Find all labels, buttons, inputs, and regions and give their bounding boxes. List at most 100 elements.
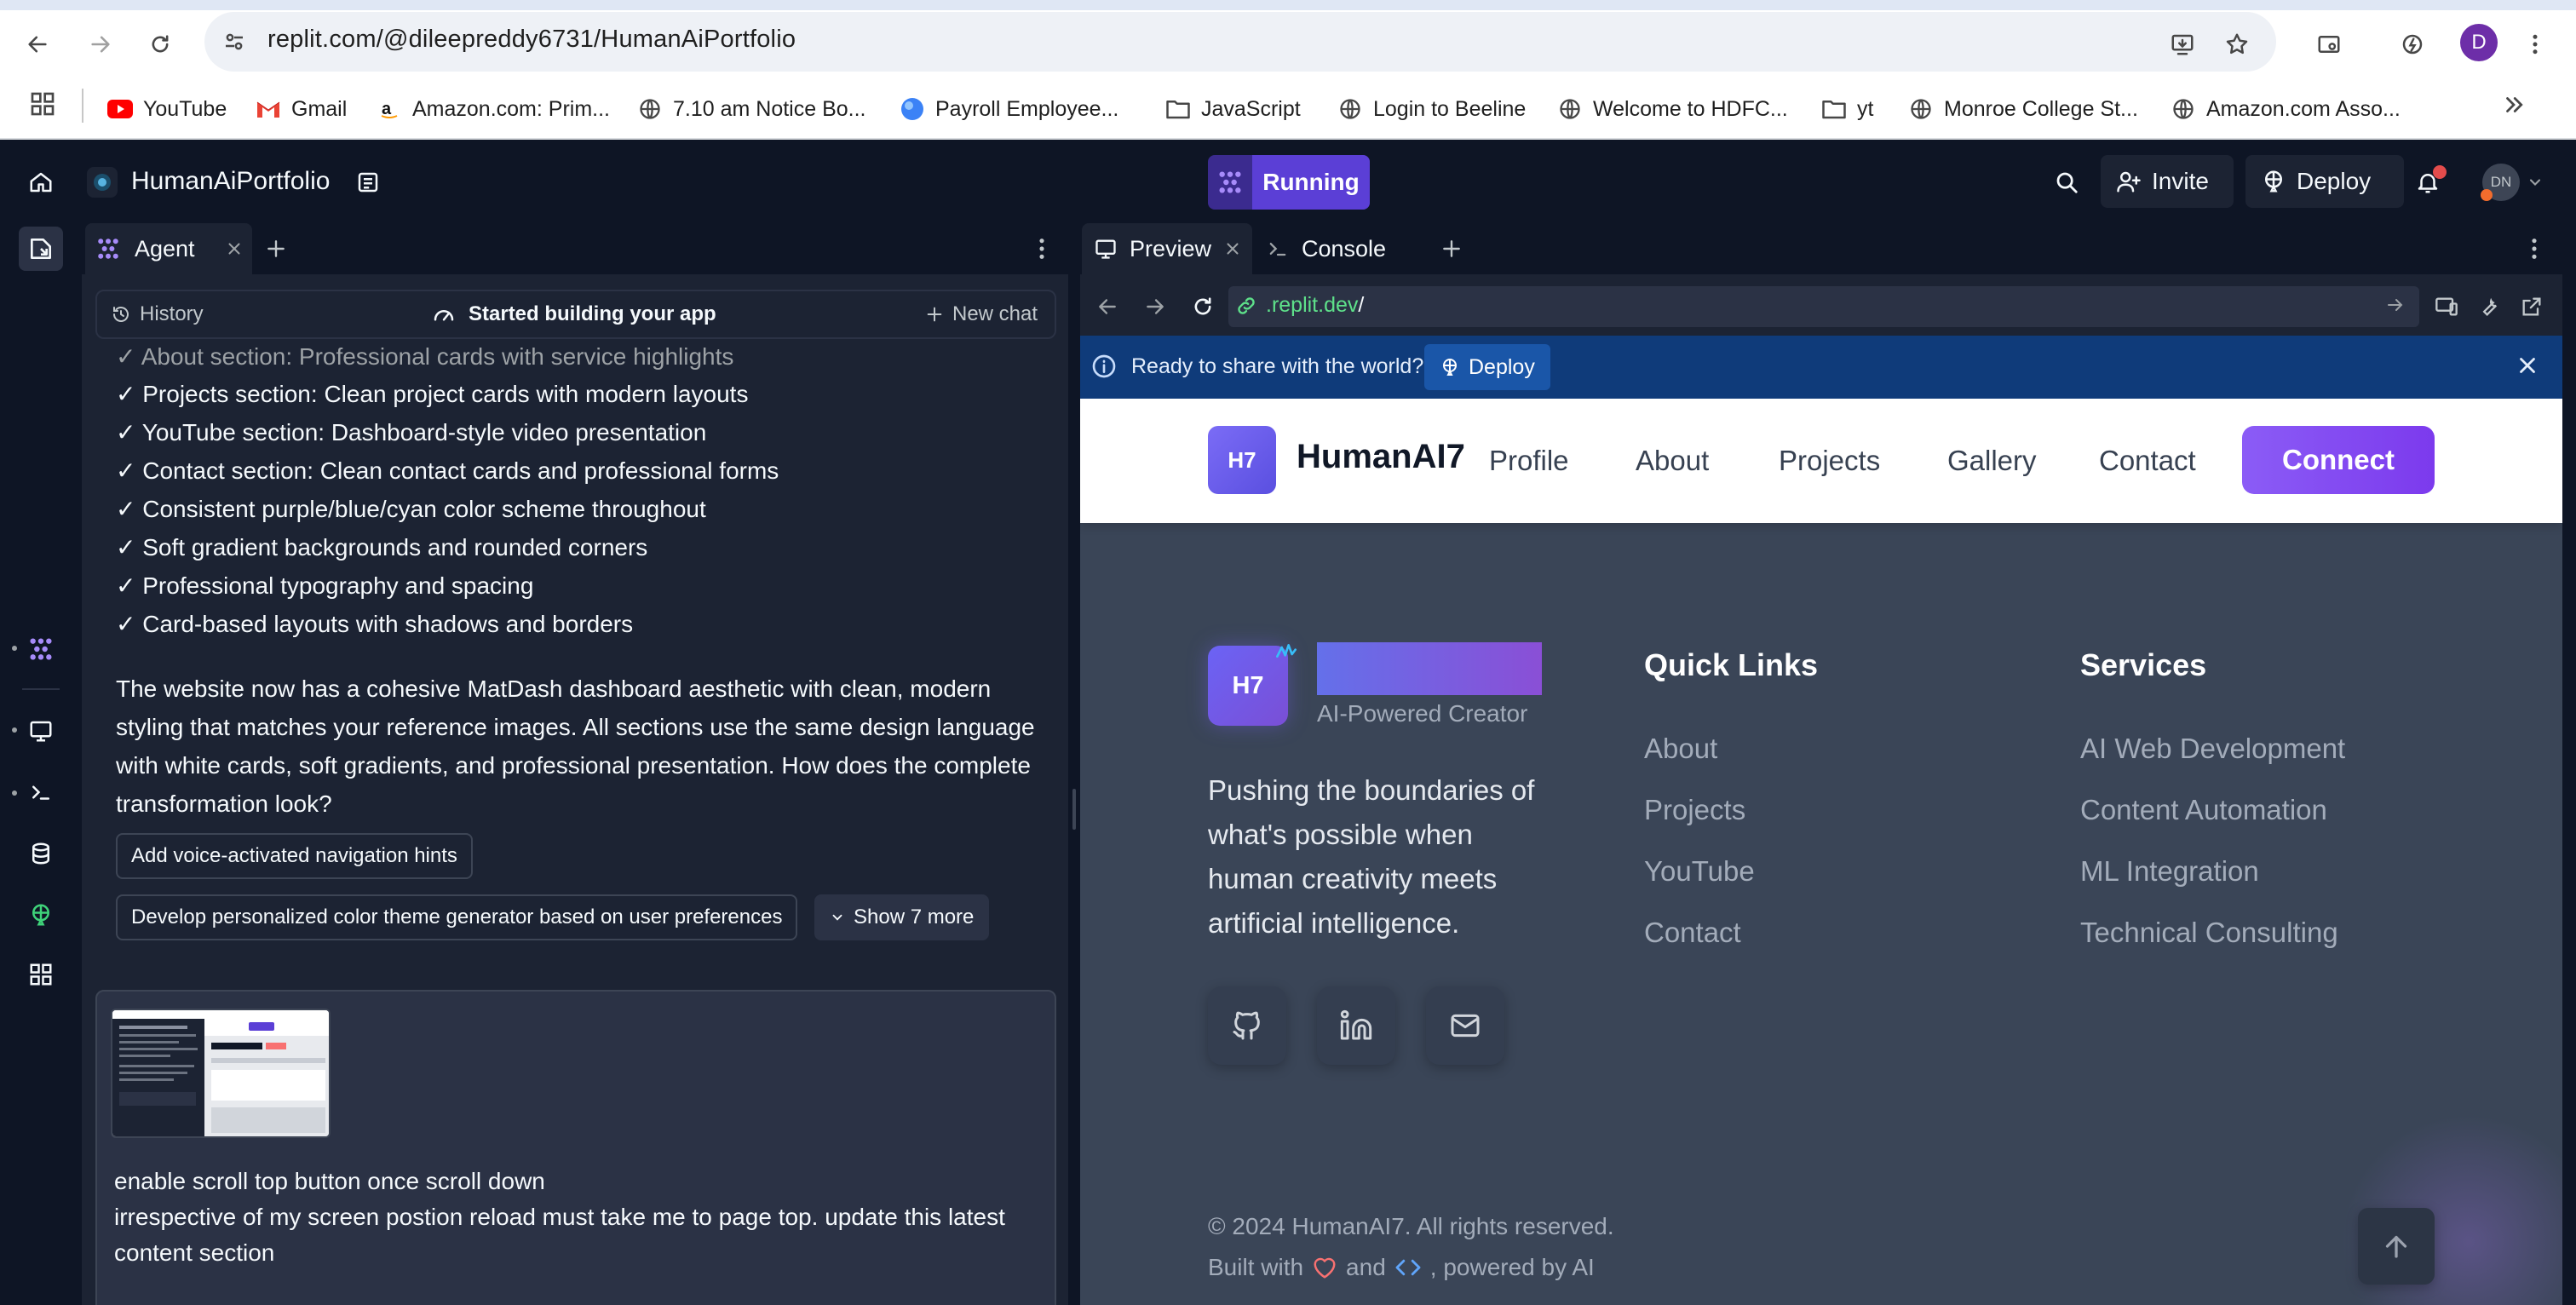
all-tools-grid-icon[interactable] [19, 952, 63, 997]
url-path: / [1358, 293, 1365, 317]
nav-link-contact[interactable]: Contact [2099, 445, 2196, 477]
bookmark-amazon[interactable]: a Amazon.com: Prim... [377, 87, 610, 131]
bookmark-notice-board[interactable]: 7.10 am Notice Bo... [637, 87, 866, 131]
footer-link-contact[interactable]: Contact [1644, 917, 1741, 949]
project-avatar-icon[interactable] [87, 167, 118, 198]
more-options-icon[interactable] [2521, 232, 2547, 266]
footer-link-youtube[interactable]: YouTube [1644, 855, 1755, 888]
suggestion-chip[interactable]: Add voice-activated navigation hints [116, 833, 473, 879]
site-brand-name[interactable]: HumanAI7 [1297, 438, 1465, 476]
panel-resize-divider[interactable] [1068, 221, 1080, 1305]
linkedin-icon [1340, 1009, 1372, 1040]
close-icon[interactable] [225, 239, 244, 258]
browser-menu-icon[interactable] [2513, 22, 2557, 66]
search-icon[interactable] [2046, 162, 2087, 203]
website-preview[interactable]: H7 HumanAI7 Profile About Projects Galle… [1080, 399, 2562, 1305]
webview-url-input[interactable] [1228, 286, 2419, 327]
bookmark-monroe[interactable]: Monroe College St... [1908, 87, 2138, 131]
connect-button[interactable]: Connect [2242, 426, 2435, 494]
agent-rail-icon[interactable] [19, 627, 63, 671]
bookmark-label: yt [1857, 96, 1874, 121]
back-icon[interactable] [15, 22, 60, 66]
suggestion-chip[interactable]: Develop personalized color theme generat… [116, 894, 798, 940]
footer-service-ml[interactable]: ML Integration [2080, 855, 2259, 888]
device-preview-icon[interactable] [2429, 290, 2464, 324]
nav-link-projects[interactable]: Projects [1779, 445, 1880, 477]
bookmark-beeline[interactable]: Login to Beeline [1337, 87, 1526, 131]
webview-back-icon[interactable] [1090, 290, 1124, 324]
close-icon[interactable] [2515, 353, 2540, 378]
tab-agent[interactable]: Agent [85, 223, 252, 274]
more-options-icon[interactable] [1029, 232, 1055, 266]
bookmark-hdfc[interactable]: Welcome to HDFC... [1557, 87, 1788, 131]
bookmark-javascript-folder[interactable]: JavaScript [1165, 87, 1301, 131]
footer-link-projects[interactable]: Projects [1644, 794, 1745, 826]
tab-preview[interactable]: Preview [1082, 223, 1252, 274]
link-icon [1235, 295, 1257, 317]
deploy-button[interactable]: Deploy [2245, 155, 2404, 208]
checklist-item: ✓ Consistent purple/blue/cyan color sche… [116, 496, 706, 522]
new-chat-button[interactable]: New chat [925, 296, 1038, 332]
github-button[interactable] [1208, 986, 1286, 1065]
rail-divider [22, 688, 60, 690]
deployments-icon[interactable] [19, 893, 63, 937]
bookmark-yt-folder[interactable]: yt [1821, 87, 1873, 131]
more-bookmarks-chevron-icon[interactable] [2501, 92, 2527, 118]
open-new-tab-icon[interactable] [2515, 290, 2549, 324]
devtools-wrench-icon[interactable] [2472, 290, 2506, 324]
apps-grid-icon[interactable] [29, 90, 56, 118]
linkedin-button[interactable] [1317, 986, 1395, 1065]
browser-profile-avatar[interactable]: D [2460, 24, 2498, 61]
install-app-icon[interactable] [2160, 22, 2205, 66]
checklist-item: ✓ Soft gradient backgrounds and rounded … [116, 534, 648, 561]
footer-service-automation[interactable]: Content Automation [2080, 794, 2327, 826]
bookmark-amazon-associates[interactable]: Amazon.com Asso... [2171, 87, 2401, 131]
attachment-thumbnail[interactable] [111, 1009, 331, 1138]
nav-link-profile[interactable]: Profile [1489, 445, 1569, 477]
nav-link-gallery[interactable]: Gallery [1947, 445, 2037, 477]
tab-console[interactable]: Console [1259, 223, 1412, 274]
resize-handle[interactable] [1072, 789, 1076, 830]
email-button[interactable] [1426, 986, 1504, 1065]
checklist-item: ✓ Card-based layouts with shadows and bo… [116, 611, 634, 637]
webview-reload-icon[interactable] [1186, 290, 1220, 324]
site-settings-icon[interactable] [221, 29, 247, 55]
banner-deploy-button[interactable]: Deploy [1424, 344, 1550, 390]
preview-scrollbar[interactable] [2562, 399, 2576, 1305]
add-tab-icon[interactable] [259, 232, 293, 266]
show-more-button[interactable]: Show 7 more [814, 894, 990, 940]
footer-service-consulting[interactable]: Technical Consulting [2080, 917, 2338, 949]
bookmark-gmail[interactable]: Gmail [256, 87, 347, 131]
database-icon[interactable] [19, 831, 63, 876]
user-message-text: enable scroll top button once scroll dow… [114, 1164, 1051, 1271]
reload-icon[interactable] [138, 22, 182, 66]
chevron-down-icon[interactable] [2527, 174, 2544, 191]
run-status-button[interactable]: Running [1208, 155, 1370, 210]
tab-search-icon[interactable] [2307, 22, 2351, 66]
bookmark-youtube[interactable]: YouTube [107, 87, 227, 131]
site-logo[interactable]: H7 [1208, 426, 1276, 494]
project-info-icon[interactable] [349, 164, 387, 201]
preview-rail-icon[interactable] [19, 709, 63, 753]
add-tab-icon[interactable] [1435, 232, 1469, 266]
extension-icon[interactable] [2390, 22, 2435, 66]
scroll-to-top-button[interactable] [2358, 1208, 2435, 1285]
bookmark-star-icon[interactable] [2215, 22, 2259, 66]
bookmark-payroll[interactable]: Payroll Employee... [900, 87, 1118, 131]
agent-chat-scroll[interactable]: ✓ About section: Professional cards with… [82, 341, 1068, 1305]
close-icon[interactable] [1223, 239, 1242, 258]
footer-service-ai-web[interactable]: AI Web Development [2080, 733, 2345, 765]
home-icon[interactable] [20, 162, 61, 203]
nav-link-about[interactable]: About [1636, 445, 1709, 477]
project-name[interactable]: HumanAiPortfolio [131, 167, 330, 196]
footer-link-about[interactable]: About [1644, 733, 1717, 765]
console-rail-icon[interactable] [19, 770, 63, 814]
files-panel-icon[interactable] [19, 227, 63, 271]
run-status-label: Running [1252, 155, 1370, 210]
history-button[interactable]: History [111, 296, 204, 332]
webview-forward-icon[interactable] [1138, 290, 1172, 324]
forward-icon[interactable] [78, 22, 123, 66]
invite-button[interactable]: Invite [2101, 155, 2234, 208]
heart-icon [1312, 1256, 1337, 1279]
go-arrow-icon[interactable] [2385, 295, 2406, 315]
